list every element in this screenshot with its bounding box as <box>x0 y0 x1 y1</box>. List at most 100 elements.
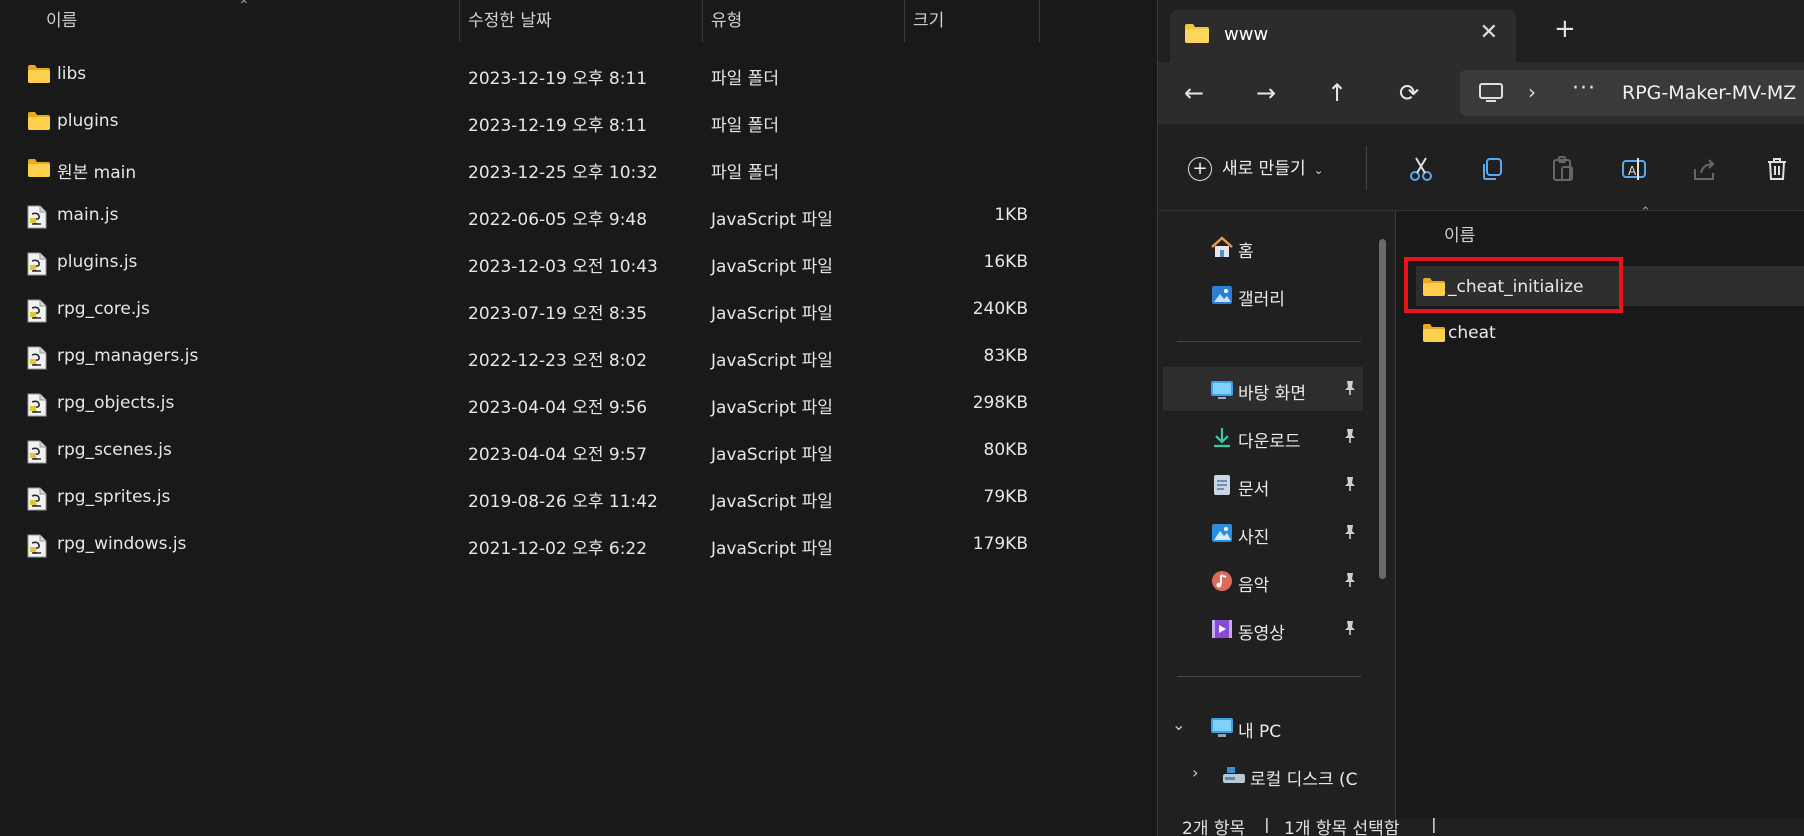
file-type: JavaScript 파일 <box>711 351 833 371</box>
file-date: 2023-07-19 오전 8:35 <box>468 304 648 324</box>
file-type: 파일 폴더 <box>711 163 779 183</box>
nav-item-label: 다운로드 <box>1238 432 1301 452</box>
js-file-icon <box>27 252 47 281</box>
status-bar: 2개 항목 | 1개 항목 선택함 | <box>1158 818 1804 836</box>
rename-icon[interactable]: A <box>1620 155 1648 183</box>
file-name: rpg_core.js <box>57 299 150 319</box>
folder-name: cheat <box>1448 323 1496 343</box>
nav-item[interactable]: 동영상 <box>1158 607 1363 651</box>
file-date: 2019-08-26 오후 11:42 <box>468 492 658 512</box>
pin-icon[interactable] <box>1343 524 1357 545</box>
file-size: 1KB <box>994 205 1028 225</box>
folder-icon <box>27 111 51 136</box>
nav-item-label: 갤러리 <box>1238 290 1285 310</box>
breadcrumb[interactable]: RPG-Maker-MV-MZ <box>1622 82 1796 104</box>
nav-item[interactable]: › 로컬 디스크 (C <box>1158 753 1363 797</box>
pin-icon[interactable] <box>1343 572 1357 593</box>
table-row[interactable]: 원본 main 2023-12-25 오후 10:32 파일 폴더 <box>0 146 1040 192</box>
explorer-window: www ✕ + ← → ↑ ⟳ › ··· RPG-Maker-MV-MZ + 새… <box>1157 0 1804 836</box>
table-row[interactable]: libs 2023-12-19 오후 8:11 파일 폴더 <box>0 52 1040 98</box>
table-row[interactable]: main.js 2022-06-05 오후 9:48 JavaScript 파일 1K… <box>0 193 1040 239</box>
column-header-name[interactable]: 이름 <box>1444 221 1475 246</box>
back-arrow-icon[interactable]: ← <box>1176 75 1212 111</box>
file-type: JavaScript 파일 <box>711 539 833 559</box>
file-type: JavaScript 파일 <box>711 210 833 230</box>
tab-www[interactable]: www ✕ <box>1170 10 1516 62</box>
file-type: JavaScript 파일 <box>711 304 833 324</box>
js-file-icon <box>27 393 47 422</box>
column-divider[interactable] <box>702 0 703 42</box>
table-row[interactable]: rpg_objects.js 2023-04-04 오전 9:56 JavaScri… <box>0 381 1040 427</box>
column-header-size[interactable]: 크기 <box>913 0 944 42</box>
file-date: 2022-06-05 오후 9:48 <box>468 210 648 230</box>
nav-item[interactable]: 다운로드 <box>1158 415 1363 459</box>
pin-icon[interactable] <box>1343 380 1357 401</box>
cut-icon[interactable] <box>1407 155 1435 183</box>
close-icon[interactable]: ✕ <box>1480 20 1498 45</box>
trash-icon[interactable] <box>1763 155 1791 183</box>
nav-item[interactable]: 사진 <box>1158 511 1363 555</box>
nav-item-label: 내 PC <box>1238 722 1282 742</box>
new-tab-button[interactable]: + <box>1554 14 1576 44</box>
file-name: 원본 main <box>57 163 137 183</box>
refresh-icon[interactable]: ⟳ <box>1391 75 1427 111</box>
nav-item[interactable]: ⌄ 내 PC <box>1158 705 1363 749</box>
desktop-icon <box>1210 378 1234 405</box>
home-icon <box>1210 236 1234 263</box>
column-divider[interactable] <box>459 0 460 42</box>
share-icon[interactable] <box>1691 155 1719 183</box>
up-arrow-icon[interactable]: ↑ <box>1319 75 1355 111</box>
status-divider: | <box>1431 818 1437 834</box>
column-divider[interactable] <box>904 0 905 42</box>
column-header-date[interactable]: 수정한 날짜 <box>468 0 552 42</box>
table-row[interactable]: plugins.js 2023-12-03 오전 10:43 JavaScript … <box>0 240 1040 286</box>
file-type: 파일 폴더 <box>711 116 779 136</box>
table-row[interactable]: rpg_core.js 2023-07-19 오전 8:35 JavaScript … <box>0 287 1040 333</box>
folder-icon <box>1184 22 1210 49</box>
nav-item[interactable]: 홈 <box>1158 225 1363 269</box>
column-divider[interactable] <box>1039 0 1040 42</box>
table-row[interactable]: rpg_sprites.js 2019-08-26 오후 11:42 JavaScr… <box>0 475 1040 521</box>
nav-item[interactable]: 문서 <box>1158 463 1363 507</box>
pin-icon[interactable] <box>1343 620 1357 641</box>
pin-icon[interactable] <box>1343 476 1357 497</box>
file-size: 298KB <box>972 393 1028 413</box>
column-header-name[interactable]: 이름 <box>46 0 77 42</box>
pictures-icon <box>1210 522 1234 549</box>
sort-ascending-icon: ⌃ <box>238 0 250 14</box>
address-bar[interactable]: › ··· RPG-Maker-MV-MZ <box>1460 70 1804 116</box>
pin-icon[interactable] <box>1343 428 1357 449</box>
list-item[interactable]: cheat <box>1416 312 1804 352</box>
file-date: 2023-12-19 오후 8:11 <box>468 69 648 89</box>
table-row[interactable]: rpg_windows.js 2021-12-02 오후 6:22 JavaScri… <box>0 522 1040 568</box>
highlight-box <box>1404 257 1623 313</box>
column-header-type[interactable]: 유형 <box>711 0 742 42</box>
new-button[interactable]: + 새로 만들기 ⌄ <box>1188 154 1324 181</box>
forward-arrow-icon[interactable]: → <box>1248 75 1284 111</box>
table-row[interactable]: rpg_managers.js 2022-12-23 오전 8:02 JavaScr… <box>0 334 1040 380</box>
selected-count: 1개 항목 선택함 <box>1284 819 1400 836</box>
toolbar-divider <box>1366 146 1367 190</box>
js-file-icon <box>27 440 47 469</box>
table-row[interactable]: plugins 2023-12-19 오후 8:11 파일 폴더 <box>0 99 1040 145</box>
drive-icon <box>1222 764 1246 791</box>
chevron-right-icon[interactable]: › <box>1192 763 1198 782</box>
file-name: main.js <box>57 205 119 225</box>
file-name: rpg_managers.js <box>57 346 199 366</box>
navigation-bar: ← → ↑ ⟳ › ··· RPG-Maker-MV-MZ <box>1158 62 1804 124</box>
more-icon[interactable]: ··· <box>1572 76 1596 101</box>
file-size: 16KB <box>983 252 1028 272</box>
chevron-right-icon[interactable]: › <box>1528 80 1536 104</box>
chevron-down-icon[interactable]: ⌄ <box>1172 715 1185 734</box>
nav-divider <box>1177 676 1361 677</box>
copy-icon[interactable] <box>1478 155 1506 183</box>
table-row[interactable]: rpg_scenes.js 2023-04-04 오전 9:57 JavaScrip… <box>0 428 1040 474</box>
scrollbar[interactable] <box>1379 239 1386 579</box>
paste-icon[interactable] <box>1549 155 1577 183</box>
file-name: rpg_objects.js <box>57 393 175 413</box>
file-list-pane: ⌃ 이름 수정한 날짜 유형 크기 libs 2023-12-19 오후 8:11… <box>0 0 1160 836</box>
nav-item[interactable]: 바탕 화면 <box>1163 367 1363 411</box>
nav-item[interactable]: 갤러리 <box>1158 273 1363 317</box>
nav-item[interactable]: 음악 <box>1158 559 1363 603</box>
file-name: rpg_windows.js <box>57 534 187 554</box>
